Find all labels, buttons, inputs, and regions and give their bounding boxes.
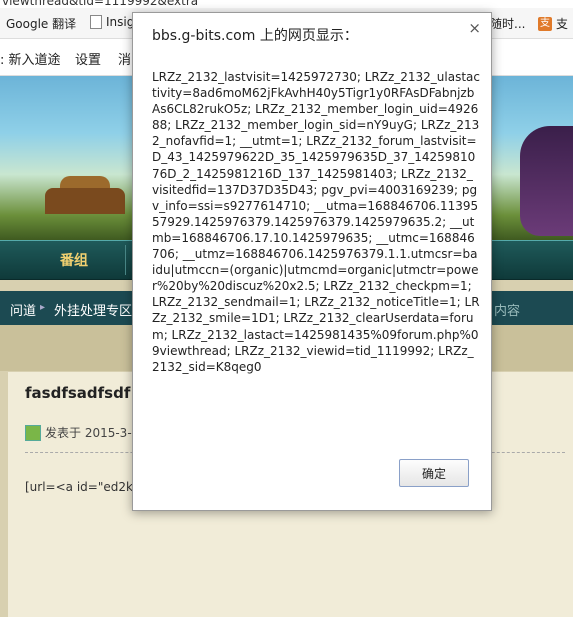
url-fragment: viewthread&tid=1119992&extra — [0, 0, 573, 8]
bookmark-label: 支 — [556, 17, 569, 31]
bookmark-label: Google 翻译 — [6, 17, 77, 31]
bookmark-label: 随时... — [490, 17, 526, 31]
alert-dialog: bbs.g-bits.com 上的网页显示： × LRZz_2132_lastv… — [132, 12, 492, 511]
shield-icon: 支 — [538, 16, 552, 31]
bookmark-suishi[interactable]: 随时... — [490, 15, 525, 32]
menu-divider — [125, 245, 126, 275]
breadcrumb-item-plugin-zone[interactable]: 外挂处理专区 — [54, 300, 132, 319]
bookmark-google-translate[interactable]: Google 翻译 — [6, 15, 76, 32]
page-icon — [90, 15, 102, 29]
bookmark-label: Insig — [106, 15, 135, 29]
menu-item-fanzu[interactable]: 番组 — [60, 250, 88, 270]
close-icon[interactable]: × — [468, 19, 481, 37]
character-image — [520, 126, 573, 236]
pagoda-base-image — [45, 188, 125, 214]
user-icon — [25, 424, 41, 441]
chevron-right-icon: ▸ — [40, 302, 46, 313]
nav-link-messages[interactable]: 消 — [118, 49, 131, 68]
bookmark-zhi[interactable]: 支 支 — [538, 15, 568, 32]
dialog-title: bbs.g-bits.com 上的网页显示： — [152, 28, 358, 44]
post-meta: 发表于 2015-3-1 — [25, 424, 139, 441]
post-body: [url=<a id="ed2k_ — [25, 480, 139, 494]
breadcrumb-item-wendao[interactable]: 问道 — [10, 300, 36, 319]
dialog-message: LRZz_2132_lastvisit=1425972730; LRZz_213… — [152, 70, 480, 374]
nav-link-settings[interactable]: 设置 — [75, 49, 101, 68]
post-date: 发表于 2015-3-1 — [45, 426, 140, 440]
breadcrumb-right-label: 内容 — [494, 304, 521, 319]
ok-button[interactable]: 确定 — [399, 459, 469, 487]
nav-link-newbie[interactable]: : 新入道途 — [0, 49, 61, 68]
bookmark-insig[interactable]: Insig — [90, 15, 134, 29]
post-title: fasdfsadfsdf ( — [25, 384, 143, 402]
